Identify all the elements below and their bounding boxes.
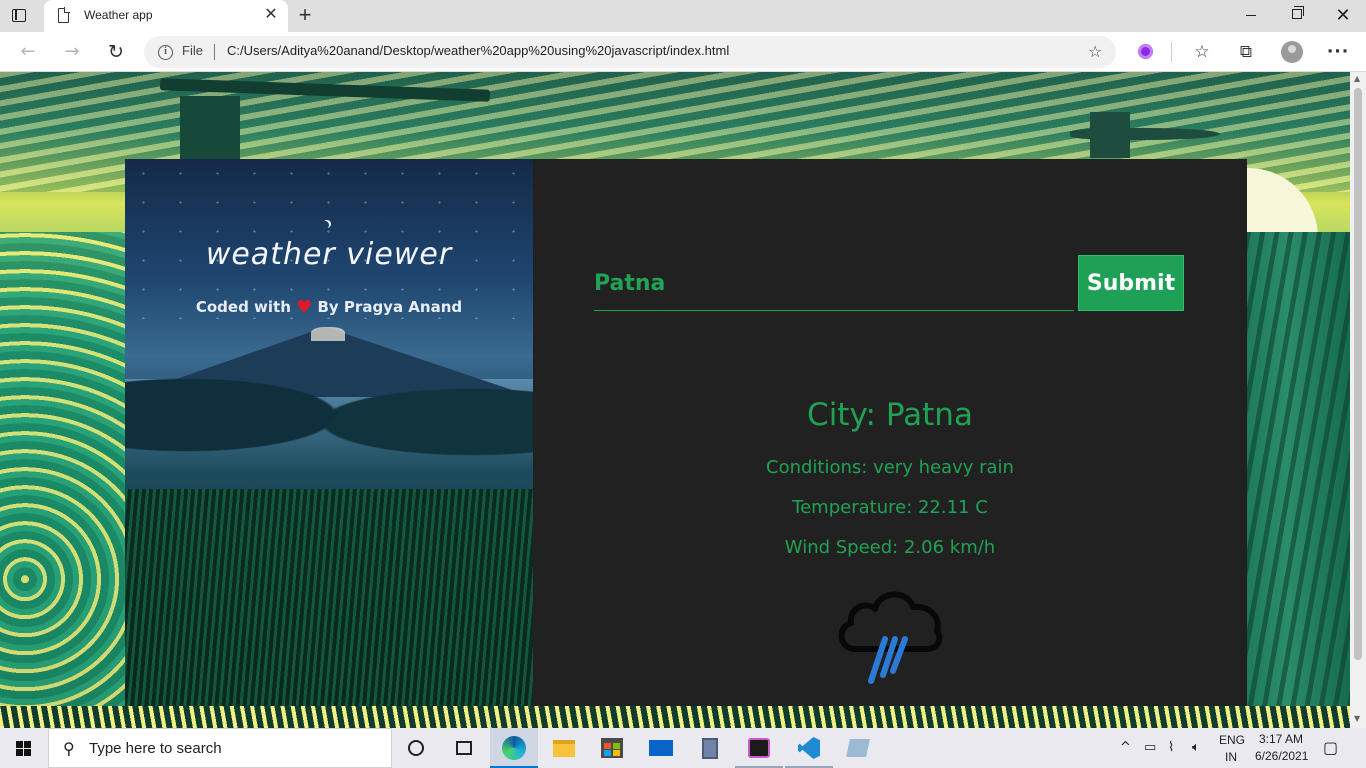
battery-icon[interactable]: ▭	[1144, 728, 1156, 768]
notifications-icon[interactable]: ▢	[1323, 728, 1338, 768]
close-tab-icon[interactable]: ✕	[262, 6, 280, 24]
app-icon[interactable]	[834, 728, 882, 768]
start-button[interactable]	[0, 728, 48, 768]
vscode-icon[interactable]	[785, 728, 833, 768]
task-view-icon[interactable]	[440, 728, 488, 768]
cortana-icon[interactable]	[392, 728, 440, 768]
credit-suffix: By Pragya Anand	[317, 298, 463, 316]
scroll-up-icon[interactable]: ▲	[1354, 74, 1360, 83]
forward-button[interactable]: →	[58, 38, 86, 66]
toolbar-divider	[1171, 42, 1172, 62]
new-tab-button[interactable]: +	[294, 4, 316, 26]
show-hidden-icons-icon[interactable]: ^	[1120, 728, 1131, 768]
taskbar-search-box[interactable]: ⚲ Type here to search	[48, 728, 392, 768]
windows-taskbar: ⚲ Type here to search ^ ▭ ⌇ 🔈︎ ENG IN 3:…	[0, 728, 1366, 768]
scroll-thumb[interactable]	[1354, 88, 1362, 660]
mail-icon[interactable]	[637, 728, 685, 768]
reload-button[interactable]: ↻	[102, 38, 130, 66]
background-ship	[180, 96, 240, 166]
region-indicator[interactable]: IN	[1225, 750, 1237, 764]
collections-icon[interactable]: ⧉	[1234, 40, 1258, 64]
credit-line: Coded with ♥ By Pragya Anand	[125, 297, 533, 318]
search-icon: ⚲	[63, 739, 75, 758]
info-icon[interactable]: i	[158, 45, 173, 60]
background-forest	[1246, 232, 1350, 728]
brand-panel: weather viewer Coded with ♥ By Pragya An…	[125, 159, 533, 706]
tab-strip: Weather app ✕ + ✕	[0, 0, 1366, 32]
submit-button[interactable]: Submit	[1078, 255, 1184, 311]
clock-date[interactable]: 6/26/2021	[1255, 749, 1308, 763]
app-title: weather viewer	[205, 237, 453, 272]
browser-tab[interactable]: Weather app ✕	[44, 0, 288, 32]
tab-title: Weather app	[84, 8, 153, 22]
credit-prefix: Coded with	[195, 298, 291, 316]
heavy-rain-cloud-icon	[838, 591, 943, 684]
city-name: City: Patna	[807, 397, 973, 433]
file-explorer-icon[interactable]	[540, 728, 588, 768]
language-indicator[interactable]: ENG	[1219, 733, 1245, 747]
add-favorite-icon[interactable]: ☆	[1088, 42, 1102, 61]
profile-avatar[interactable]	[1280, 40, 1304, 64]
background-ship	[1090, 112, 1130, 158]
calculator-icon[interactable]	[686, 728, 734, 768]
terminal-icon[interactable]	[735, 728, 783, 768]
page-icon	[58, 7, 70, 23]
wind-speed-text: Wind Speed: 2.06 km/h	[784, 537, 996, 558]
windows-logo-icon	[16, 741, 31, 756]
back-button[interactable]: ←	[14, 38, 42, 66]
address-divider	[214, 44, 215, 60]
moon-icon	[321, 221, 329, 229]
more-icon[interactable]: ···	[1326, 40, 1350, 64]
close-window-button[interactable]: ✕	[1320, 0, 1366, 30]
tab-actions-icon[interactable]	[10, 7, 30, 25]
landscape-image	[125, 359, 533, 499]
weather-panel: Submit City: Patna Conditions: very heav…	[533, 159, 1247, 706]
scroll-down-icon[interactable]: ▼	[1354, 714, 1360, 723]
restore-button[interactable]	[1274, 0, 1320, 30]
file-label: File	[182, 43, 203, 58]
volume-icon[interactable]: 🔈︎	[1192, 728, 1200, 768]
url-text[interactable]: C:/Users/Aditya%20anand/Desktop/weather%…	[227, 43, 729, 58]
minimize-button[interactable]	[1228, 0, 1274, 30]
page-scrollbar[interactable]: ▲ ▼	[1350, 72, 1366, 728]
clock-time[interactable]: 3:17 AM	[1259, 732, 1303, 746]
mountain-image	[311, 327, 345, 341]
weather-app-card: weather viewer Coded with ♥ By Pragya An…	[125, 159, 1247, 706]
page-viewport: weather viewer Coded with ♥ By Pragya An…	[0, 72, 1350, 728]
city-search-input[interactable]	[594, 257, 1074, 311]
wifi-icon[interactable]: ⌇	[1168, 728, 1174, 768]
background-wave	[0, 232, 125, 728]
address-bar[interactable]: i File C:/Users/Aditya%20anand/Desktop/w…	[144, 36, 1116, 68]
temperature-text: Temperature: 22.11 C	[792, 497, 988, 518]
conditions-text: Conditions: very heavy rain	[766, 457, 1014, 478]
taskbar-search-placeholder: Type here to search	[89, 740, 222, 757]
edge-icon[interactable]	[490, 728, 538, 768]
heart-icon: ♥	[296, 297, 313, 318]
favorites-icon[interactable]: ☆	[1190, 40, 1214, 64]
browser-toolbar: ← → ↻ i File C:/Users/Aditya%20anand/Des…	[0, 32, 1366, 72]
extension-icon[interactable]	[1133, 40, 1157, 64]
grass-image	[125, 489, 533, 706]
store-icon[interactable]	[588, 728, 636, 768]
background-art	[0, 706, 1350, 728]
